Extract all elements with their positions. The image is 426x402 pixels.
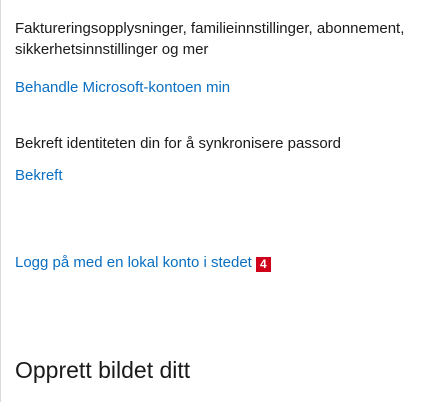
- account-description: Faktureringsopplysninger, familieinnstil…: [15, 18, 426, 60]
- account-description-line2: sikkerhetsinnstillinger og mer: [15, 41, 209, 58]
- create-picture-heading: Opprett bildet ditt: [15, 357, 191, 383]
- account-description-line1: Faktureringsopplysninger, familieinnstil…: [15, 20, 405, 37]
- manage-microsoft-account-link[interactable]: Behandle Microsoft-kontoen min: [15, 78, 230, 98]
- local-account-link[interactable]: Logg på med en lokal konto i stedet: [15, 254, 252, 271]
- local-account-row: Logg på med en lokal konto i stedet 4: [15, 253, 271, 273]
- verify-identity-text: Bekreft identiteten din for å synkronise…: [15, 135, 342, 152]
- left-border-divider: [0, 0, 1, 402]
- verify-link[interactable]: Bekreft: [15, 166, 63, 186]
- annotation-badge: 4: [255, 257, 271, 272]
